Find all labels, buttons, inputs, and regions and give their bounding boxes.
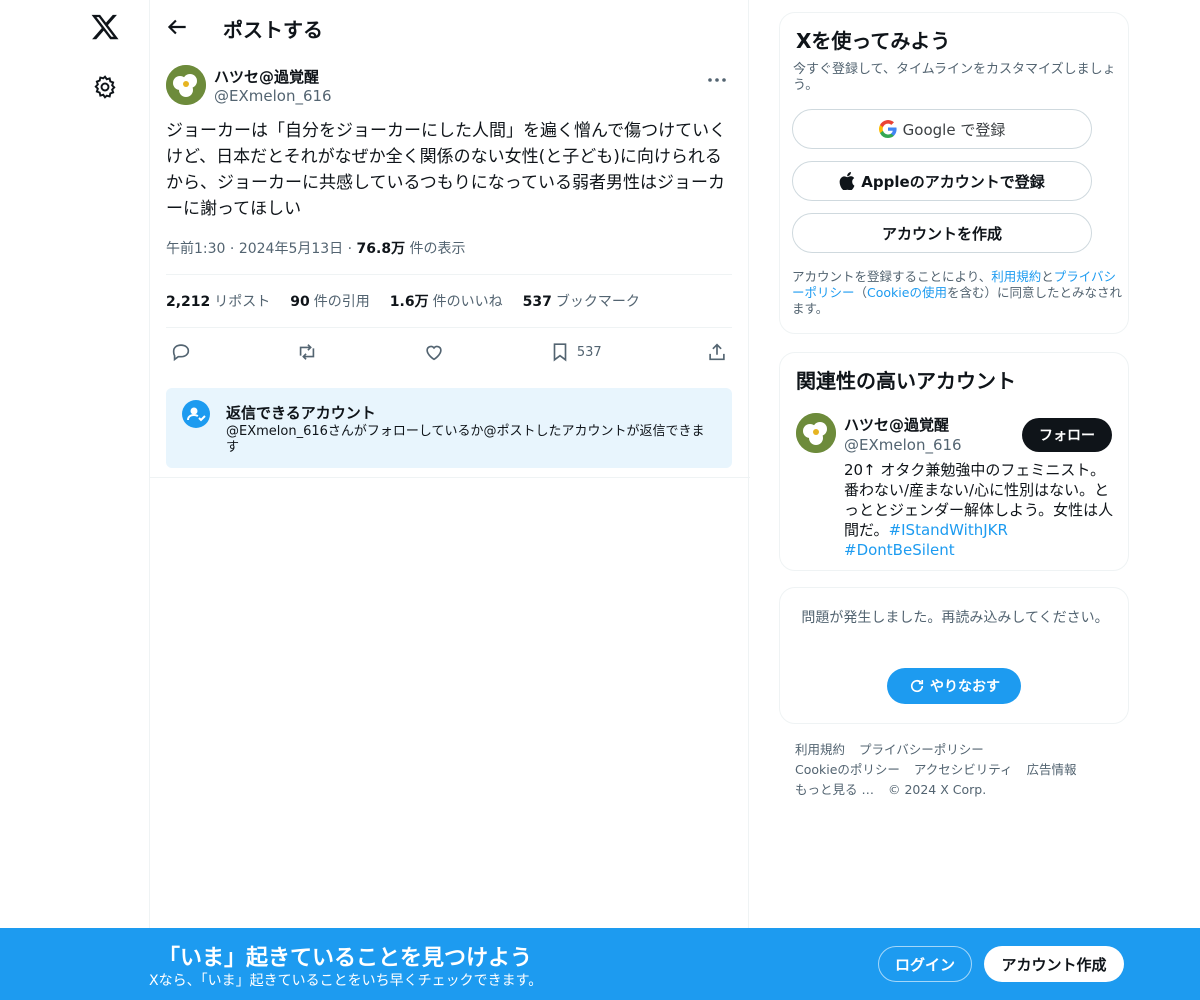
cookie-link[interactable]: Cookieの使用 bbox=[867, 285, 947, 300]
hashtag-link[interactable]: #IStandWithJKR bbox=[889, 521, 1008, 539]
author-name[interactable]: ハツセ@過覚醒 bbox=[214, 66, 319, 87]
post-time[interactable]: 午前1:30 bbox=[166, 241, 225, 257]
signup-terms: アカウントを登録することにより、利用規約とプライバシーポリシー（Cookieの使… bbox=[792, 269, 1122, 316]
hashtag-link[interactable]: #DontBeSilent bbox=[844, 541, 955, 559]
footer-privacy-link[interactable]: プライバシーポリシー bbox=[859, 742, 984, 757]
apple-signup-button[interactable]: Appleのアカウントで登録 bbox=[792, 161, 1092, 201]
reply-restriction-title: 返信できるアカウント bbox=[226, 404, 376, 422]
login-banner: 「いま」起きていることを見つけよう Xなら、「いま」起きていることをいち早くチェ… bbox=[0, 928, 1200, 1000]
main-column: ポストする ハツセ@過覚醒 @EXmelon_616 ジョーカーは「自分をジョー… bbox=[149, 0, 750, 1000]
google-signup-button[interactable]: Google で登録 bbox=[792, 109, 1092, 149]
bookmark-icon bbox=[553, 343, 567, 362]
like-button[interactable] bbox=[423, 341, 445, 363]
related-accounts-card: 関連性の高いアカウント ハツセ@過覚醒 @EXmelon_616 フォロー 20… bbox=[779, 352, 1129, 571]
follow-button[interactable]: フォロー bbox=[1022, 418, 1112, 452]
views-label: 件の表示 bbox=[409, 241, 466, 257]
create-account-button[interactable]: アカウントを作成 bbox=[792, 213, 1092, 253]
google-signup-label: Google で登録 bbox=[902, 120, 1006, 139]
page-title: ポストする bbox=[223, 18, 323, 42]
post-author: ハツセ@過覚醒 @EXmelon_616 bbox=[166, 64, 732, 118]
post-stats: 2,212 リポスト 90 件の引用 1.6万 件のいいね 537 ブックマーク bbox=[166, 275, 732, 327]
reply-restriction-notice: 返信できるアカウント @EXmelon_616さんがフォローしているか@ポストし… bbox=[166, 388, 732, 468]
reply-button[interactable] bbox=[170, 341, 192, 363]
bookmark-button[interactable]: 537 bbox=[549, 341, 602, 363]
bookmarks-stat[interactable]: 537 ブックマーク bbox=[523, 291, 640, 311]
apple-signup-label: Appleのアカウントで登録 bbox=[861, 172, 1045, 191]
views-count: 76.8万 bbox=[356, 241, 406, 257]
footer-ads-link[interactable]: 広告情報 bbox=[1027, 762, 1077, 777]
quotes-stat[interactable]: 90 件の引用 bbox=[290, 291, 369, 311]
bookmark-count: 537 bbox=[576, 344, 602, 360]
signup-card: Xを使ってみよう 今すぐ登録して、タイムラインをカスタマイズしましょう。 Goo… bbox=[779, 12, 1129, 334]
back-arrow-icon[interactable] bbox=[164, 14, 190, 40]
footer-links: 利用規約 プライバシーポリシー Cookieのポリシー アクセシビリティ 広告情… bbox=[779, 740, 1129, 800]
refresh-icon bbox=[910, 679, 924, 693]
footer-more-link[interactable]: もっと見る … bbox=[795, 782, 874, 797]
divider bbox=[150, 477, 750, 478]
footer-terms-link[interactable]: 利用規約 bbox=[795, 742, 845, 757]
google-icon bbox=[878, 120, 897, 138]
meta-separator: · bbox=[229, 241, 239, 257]
banner-title: 「いま」起きていることを見つけよう bbox=[158, 946, 533, 971]
post-actions: 537 bbox=[166, 328, 732, 376]
top-bar: ポストする bbox=[150, 0, 748, 54]
repost-button[interactable] bbox=[296, 341, 318, 363]
repost-icon bbox=[300, 344, 315, 360]
author-handle[interactable]: @EXmelon_616 bbox=[214, 87, 332, 105]
post-text: ジョーカーは「自分をジョーカーにした人間」を遍く憎んで傷つけていくけど、日本だと… bbox=[166, 121, 727, 219]
footer-cookie-link[interactable]: Cookieのポリシー bbox=[795, 762, 900, 777]
terms-link[interactable]: 利用規約 bbox=[991, 269, 1041, 284]
banner-subtitle: Xなら、「いま」起きていることをいち早くチェックできます。 bbox=[149, 973, 543, 989]
author-avatar[interactable] bbox=[166, 65, 206, 105]
post-date[interactable]: 2024年5月13日 bbox=[239, 241, 343, 257]
left-nav bbox=[0, 0, 150, 1000]
signup-subtitle: 今すぐ登録して、タイムラインをカスタマイズしましょう。 bbox=[793, 62, 1116, 93]
likes-stat[interactable]: 1.6万 件のいいね bbox=[390, 291, 503, 311]
related-name[interactable]: ハツセ@過覚醒 bbox=[844, 414, 949, 435]
settings-gear-icon[interactable] bbox=[92, 74, 118, 100]
reposts-stat[interactable]: 2,212 リポスト bbox=[166, 291, 270, 311]
retry-button[interactable]: やりなおす bbox=[887, 668, 1021, 704]
more-options-icon[interactable] bbox=[704, 70, 730, 90]
retry-label: やりなおす bbox=[930, 679, 1000, 695]
footer-accessibility-link[interactable]: アクセシビリティ bbox=[914, 762, 1013, 777]
reply-restriction-icon bbox=[182, 400, 210, 428]
share-button[interactable] bbox=[706, 341, 728, 363]
related-bio: 20↑ オタク兼勉強中のフェミニスト。番わない/産まない/心に性別はない。とっと… bbox=[844, 461, 1114, 559]
post: ハツセ@過覚醒 @EXmelon_616 ジョーカーは「自分をジョーカーにした人… bbox=[150, 64, 748, 468]
footer-copyright: © 2024 X Corp. bbox=[887, 782, 987, 797]
signup-title: Xを使ってみよう bbox=[796, 29, 951, 53]
reply-icon bbox=[172, 344, 190, 362]
related-accounts-title: 関連性の高いアカウント bbox=[796, 369, 1016, 393]
heart-icon bbox=[425, 345, 442, 361]
error-message: 問題が発生しました。再読み込みしてください。 bbox=[801, 610, 1109, 626]
share-icon bbox=[709, 343, 725, 361]
related-avatar[interactable] bbox=[796, 413, 836, 453]
reply-restriction-description: @EXmelon_616さんがフォローしているか@ポストしたアカウントが返信でき… bbox=[226, 424, 705, 455]
meta-separator: · bbox=[347, 241, 357, 257]
post-meta: 午前1:30 · 2024年5月13日 · 76.8万 件の表示 bbox=[166, 238, 732, 258]
related-handle[interactable]: @EXmelon_616 bbox=[844, 436, 962, 454]
x-logo-icon[interactable] bbox=[90, 12, 120, 42]
login-button[interactable]: ログイン bbox=[878, 946, 972, 982]
signup-button[interactable]: アカウント作成 bbox=[984, 946, 1124, 982]
apple-icon bbox=[839, 172, 855, 190]
right-sidebar: Xを使ってみよう 今すぐ登録して、タイムラインをカスタマイズしましょう。 Goo… bbox=[779, 0, 1129, 800]
error-card: 問題が発生しました。再読み込みしてください。 やりなおす bbox=[779, 587, 1129, 724]
